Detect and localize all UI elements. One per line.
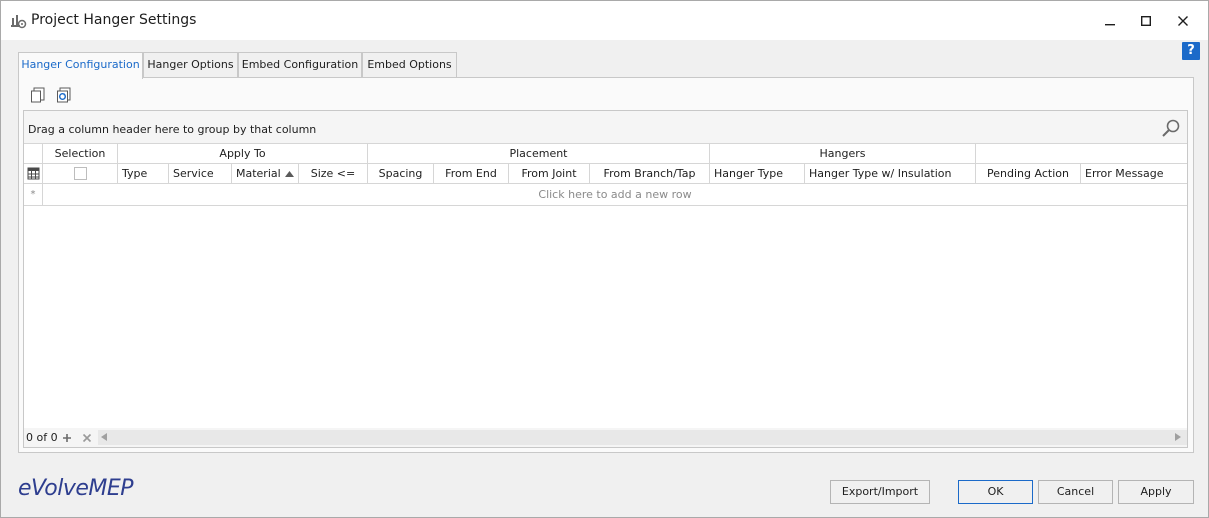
apply-button[interactable]: Apply (1118, 480, 1194, 504)
column-header-pending-action[interactable]: Pending Action (976, 164, 1081, 184)
column-header-spacing[interactable]: Spacing (368, 164, 434, 184)
horizontal-scrollbar[interactable] (98, 430, 1187, 445)
band-status[interactable] (976, 144, 1187, 164)
new-item-row[interactable]: * Click here to add a new row (24, 184, 1187, 206)
band-placement[interactable]: Placement (368, 144, 710, 164)
column-header-material-label: Material (236, 167, 281, 180)
group-by-hint: Drag a column header here to group by th… (28, 123, 317, 136)
column-header-service[interactable]: Service (169, 164, 232, 184)
select-all-checkbox-cell (43, 164, 118, 184)
window-title: Project Hanger Settings (31, 12, 197, 28)
maximize-button[interactable] (1126, 1, 1166, 40)
tab-embed-configuration[interactable]: Embed Configuration (238, 52, 362, 78)
column-header-from-branch-tap[interactable]: From Branch/Tap (590, 164, 710, 184)
project-hanger-settings-window: Project Hanger Settings ? Hanger Configu… (0, 0, 1209, 518)
export-import-button[interactable]: Export/Import (830, 480, 930, 504)
band-indicator-spacer (24, 144, 43, 164)
help-icon[interactable]: ? (1182, 42, 1200, 60)
hanger-configuration-grid: Drag a column header here to group by th… (23, 110, 1188, 448)
column-chooser-button[interactable] (24, 164, 43, 184)
hanger-settings-icon (11, 15, 27, 29)
refresh-copy-icon[interactable] (56, 87, 72, 103)
group-by-panel[interactable]: Drag a column header here to group by th… (24, 111, 1187, 144)
column-header-row: Type Service Material Size <= Spacing Fr… (24, 164, 1187, 184)
scroll-left-icon[interactable] (101, 433, 107, 441)
copy-icon[interactable] (30, 87, 46, 103)
column-header-error-message[interactable]: Error Message (1081, 164, 1187, 184)
column-header-size[interactable]: Size <= (299, 164, 368, 184)
close-button[interactable] (1163, 1, 1203, 40)
close-icon (1178, 15, 1188, 26)
sort-ascending-icon (285, 171, 294, 177)
band-hangers[interactable]: Hangers (710, 144, 976, 164)
column-chooser-icon (27, 167, 39, 180)
tab-hanger-options[interactable]: Hanger Options (143, 52, 238, 78)
minimize-button[interactable] (1090, 1, 1130, 40)
delete-record-icon[interactable] (82, 433, 92, 443)
band-header-row: Selection Apply To Placement Hangers (24, 144, 1187, 164)
maximize-icon (1141, 15, 1151, 26)
record-count: 0 of 0 (26, 431, 58, 444)
ok-button[interactable]: OK (958, 480, 1033, 504)
grid-navigator: 0 of 0 (24, 428, 1187, 447)
band-selection[interactable]: Selection (43, 144, 118, 164)
column-header-from-joint[interactable]: From Joint (509, 164, 590, 184)
column-header-type[interactable]: Type (118, 164, 169, 184)
column-header-hanger-type[interactable]: Hanger Type (710, 164, 805, 184)
evolvemep-logo: eVolveMEP (18, 476, 134, 501)
tab-hanger-configuration[interactable]: Hanger Configuration (18, 52, 143, 79)
column-header-from-end[interactable]: From End (434, 164, 509, 184)
new-row-prompt: Click here to add a new row (538, 188, 692, 201)
column-header-material[interactable]: Material (232, 164, 299, 184)
minimize-icon (1105, 23, 1115, 25)
scroll-right-icon[interactable] (1175, 433, 1181, 441)
search-icon[interactable] (1161, 118, 1181, 138)
tab-embed-options[interactable]: Embed Options (362, 52, 457, 78)
cancel-button[interactable]: Cancel (1038, 480, 1113, 504)
new-row-indicator: * (24, 184, 43, 205)
title-bar: Project Hanger Settings (1, 1, 1208, 40)
band-apply-to[interactable]: Apply To (118, 144, 368, 164)
select-all-checkbox[interactable] (73, 167, 87, 180)
column-header-hanger-type-insulation[interactable]: Hanger Type w/ Insulation (805, 164, 976, 184)
add-record-icon[interactable] (62, 433, 72, 443)
